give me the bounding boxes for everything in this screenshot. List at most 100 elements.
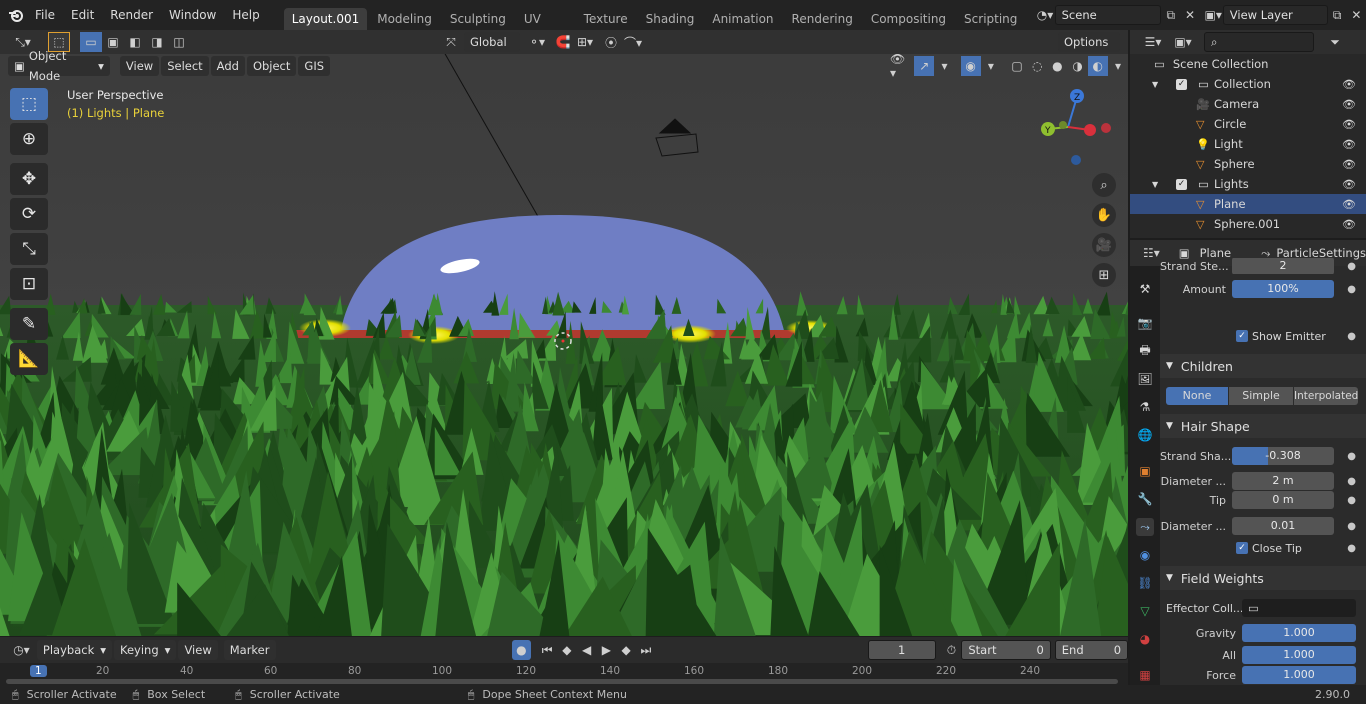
gravity-field[interactable]: 1.000 (1242, 624, 1356, 642)
jump-start-icon[interactable]: ⏮ (537, 640, 557, 660)
show-emitter-checkbox[interactable]: ✓ (1236, 330, 1248, 342)
current-frame-field[interactable]: 1 (867, 640, 936, 660)
physics-tab-icon[interactable]: ◉ (1136, 546, 1154, 564)
include-checkbox[interactable]: ✓ (1176, 78, 1187, 90)
3d-viewport[interactable]: ⤡▾ ⬚ ▭ ▣ ◧ ◨ ◫ ⤧ Global ⚬▾ 🧲 ⊞▾ ⦿ ⌒▾ Opt… (0, 30, 1128, 636)
snap-target-icon[interactable]: ⊞▾ (574, 32, 596, 52)
visibility-eye-icon[interactable]: 👁 (1342, 198, 1356, 211)
diameter-root-field[interactable]: 2 m (1232, 472, 1334, 490)
current-frame-marker[interactable]: 1 (30, 665, 47, 677)
outliner-row-lights[interactable]: ▼ ✓ ▭ Lights 👁 (1130, 174, 1366, 194)
world-tab-icon[interactable]: 🌐 (1136, 426, 1154, 444)
timeline-editor-icon[interactable]: ◷▾ (8, 640, 35, 660)
delete-view-layer-icon[interactable]: ✕ (1347, 5, 1366, 25)
menu-keying[interactable]: Keying ▾ (114, 640, 177, 660)
outliner-root-row[interactable]: ▭ Scene Collection (1130, 54, 1366, 74)
gizmo-toggle-icon[interactable]: ↗ (914, 56, 935, 76)
outliner-row-circle[interactable]: ▽ Circle 👁 (1130, 114, 1366, 134)
strand-shape-field[interactable]: -0.308 (1232, 447, 1334, 465)
perspective-toggle-icon[interactable]: ⊞ (1092, 263, 1116, 287)
camera-view-icon[interactable]: 🎥 (1092, 233, 1116, 257)
pivot-point-icon[interactable]: ⚬▾ (526, 32, 548, 52)
data-tab-icon[interactable]: ▽ (1136, 602, 1154, 620)
move-tool[interactable]: ✥ (10, 163, 48, 195)
tab-compositing[interactable]: Compositing (863, 8, 954, 30)
select-mode-invert-icon[interactable]: ◨ (146, 32, 168, 52)
gizmo-dropdown-icon[interactable]: ▾ (934, 56, 954, 76)
rotate-tool[interactable]: ⟳ (10, 198, 48, 230)
outliner-row-light[interactable]: 💡 Light 👁 (1130, 134, 1366, 154)
visibility-eye-icon[interactable]: 👁 (1342, 218, 1356, 231)
animate-dot-icon[interactable]: ● (1347, 521, 1356, 532)
animate-dot-icon[interactable]: ● (1347, 284, 1356, 295)
tab-animation[interactable]: Animation (704, 8, 781, 30)
animate-dot-icon[interactable]: ● (1347, 451, 1356, 462)
menu-add[interactable]: Add (210, 56, 245, 76)
animate-dot-icon[interactable]: ● (1347, 495, 1356, 506)
constraints-tab-icon[interactable]: ⛓ (1136, 574, 1154, 592)
solid-shading-icon[interactable]: ● (1047, 56, 1067, 76)
play-reverse-icon[interactable]: ◀ (577, 640, 597, 660)
timeline-scrollbar[interactable] (6, 679, 1118, 684)
menu-playback[interactable]: Playback ▾ (36, 640, 113, 660)
outliner-row-camera[interactable]: 🎥 Camera 👁 (1130, 94, 1366, 114)
children-interpolated-button[interactable]: Interpolated (1294, 387, 1358, 405)
visibility-eye-icon[interactable]: 👁 (1342, 178, 1356, 191)
start-frame-field[interactable]: Start 0 (961, 640, 1051, 660)
menu-edit[interactable]: Edit (63, 0, 102, 30)
navigation-gizmo[interactable]: Z Y (1030, 85, 1120, 165)
menu-window[interactable]: Window (161, 0, 224, 30)
display-mode-icon[interactable]: ▣▾ (1168, 32, 1198, 52)
amount-field[interactable]: 100% (1232, 280, 1334, 298)
modifier-tab-icon[interactable]: 🔧 (1136, 490, 1154, 508)
animate-dot-icon[interactable]: ● (1347, 543, 1356, 554)
options-dropdown[interactable]: Options (1058, 32, 1120, 52)
select-mode-extend-icon[interactable]: ▣ (102, 32, 124, 52)
select-mode-subtract-icon[interactable]: ◧ (124, 32, 146, 52)
material-shading-icon[interactable]: ◑ (1068, 56, 1088, 76)
strand-steps-field[interactable]: 2 (1232, 258, 1334, 274)
menu-view[interactable]: View (119, 56, 160, 76)
wireframe-shading-icon[interactable]: ◌ (1027, 56, 1047, 76)
force-field[interactable]: 1.000 (1242, 666, 1356, 684)
pan-hand-icon[interactable]: ✋ (1092, 203, 1116, 227)
overlay-toggle-icon[interactable]: ◉ (960, 56, 981, 76)
diameter-scale-field[interactable]: 0.01 (1232, 517, 1334, 535)
visibility-eye-icon[interactable]: 👁 (1342, 158, 1356, 171)
measure-tool[interactable]: 📐 (10, 343, 48, 375)
tip-field[interactable]: 0 m (1232, 491, 1334, 509)
transform-orientation-dropdown[interactable]: Global (464, 32, 520, 52)
play-icon[interactable]: ▶ (597, 640, 617, 660)
zoom-icon[interactable]: ⌕ (1092, 173, 1116, 197)
end-frame-field[interactable]: End 0 (1054, 640, 1129, 660)
tool-tab-icon[interactable]: ⚒ (1136, 280, 1154, 298)
next-keyframe-icon[interactable]: ◆ (616, 640, 636, 660)
visibility-eye-icon[interactable]: 👁 (1342, 138, 1356, 151)
select-mode-intersect-icon[interactable]: ◫ (168, 32, 190, 52)
animate-dot-icon[interactable]: ● (1347, 331, 1356, 342)
outliner-editor-icon[interactable]: ☰▾ (1138, 32, 1168, 52)
falloff-icon[interactable]: ⌒▾ (622, 32, 644, 52)
visibility-icon[interactable]: 👁▾ (890, 52, 910, 80)
menu-object[interactable]: Object (246, 56, 297, 76)
blender-logo-icon[interactable] (6, 5, 27, 25)
menu-help[interactable]: Help (224, 0, 267, 30)
scene-selector-icon[interactable]: ◔▾ (1035, 5, 1054, 25)
view-layer-tab-icon[interactable]: 🖼 (1136, 370, 1154, 388)
menu-gis[interactable]: GIS (298, 56, 331, 76)
outliner-row-collection[interactable]: ▼ ✓ ▭ Collection 👁 (1130, 74, 1366, 94)
snap-icon[interactable]: 🧲 (552, 32, 574, 52)
children-simple-button[interactable]: Simple (1229, 387, 1293, 405)
tab-shading[interactable]: Shading (638, 8, 703, 30)
scene-tab-icon[interactable]: ⚗ (1136, 398, 1154, 416)
view-layer-icon[interactable]: ▣▾ (1204, 5, 1223, 25)
outliner-row-sphere-001[interactable]: ▽ Sphere.001 👁 (1130, 214, 1366, 234)
tab-rendering[interactable]: Rendering (784, 8, 861, 30)
material-tab-icon[interactable]: ◕ (1136, 630, 1154, 648)
children-panel-header[interactable]: ▼ Children (1160, 354, 1366, 378)
new-scene-icon[interactable]: ⧉ (1161, 5, 1180, 25)
view-layer-field[interactable]: View Layer (1222, 5, 1328, 25)
select-box-tool[interactable]: ⬚ (10, 88, 48, 120)
object-tab-icon[interactable]: ▣ (1136, 462, 1154, 480)
rendered-shading-icon[interactable]: ◐ (1087, 56, 1108, 76)
